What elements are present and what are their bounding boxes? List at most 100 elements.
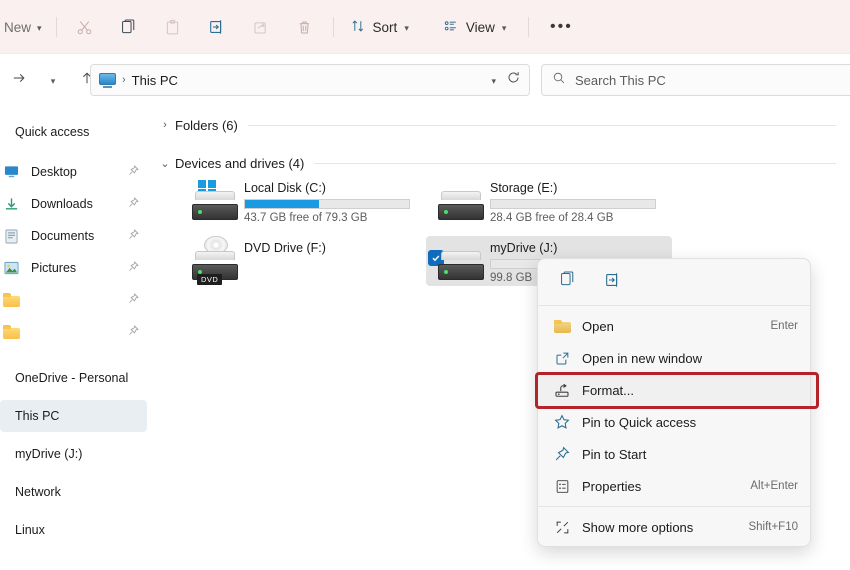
pictures-icon [2, 259, 20, 277]
address-dropdown-icon[interactable]: ▾ [491, 76, 496, 86]
share-icon [252, 19, 269, 36]
context-copy-button[interactable] [550, 266, 584, 298]
context-menu-item-open[interactable]: Open Enter [538, 310, 810, 342]
context-rename-button[interactable] [596, 266, 630, 298]
share-button[interactable] [239, 10, 283, 44]
sidebar-item-network[interactable]: Network [0, 476, 147, 508]
context-menu-item-shortcut: Shift+F10 [748, 521, 798, 533]
chevron-right-icon[interactable]: › [158, 119, 172, 131]
desktop-icon [2, 163, 20, 181]
pin-icon[interactable] [128, 323, 139, 341]
sidebar-item-folder-5[interactable] [0, 284, 147, 316]
search-input[interactable]: Search This PC [575, 73, 666, 88]
windows-drive-icon [192, 180, 238, 222]
view-button[interactable]: View ▾ [433, 10, 517, 44]
sidebar-item-label: Pictures [31, 261, 77, 275]
group-header-folders[interactable]: › Folders (6) [150, 112, 850, 138]
context-menu-item-show-more-options[interactable]: Show more options Shift+F10 [538, 511, 810, 543]
delete-button[interactable] [283, 10, 327, 44]
drive-icon [438, 180, 484, 222]
arrow-right-icon [11, 70, 27, 91]
context-menu-item-properties[interactable]: Properties Alt+Enter [538, 470, 810, 502]
new-button[interactable]: New ▾ [4, 11, 50, 43]
context-menu-toolbar [538, 259, 810, 305]
drive-icon [438, 240, 484, 282]
sidebar-item-label: Desktop [31, 165, 77, 179]
sidebar-item-folder-6[interactable] [0, 316, 147, 348]
context-menu-item-label: Properties [582, 478, 642, 494]
copy-icon [559, 271, 576, 293]
drive-tile[interactable]: Storage (E:) 28.4 GB free of 28.4 GB [426, 176, 672, 226]
copy-button[interactable] [107, 10, 151, 44]
group-rule [314, 162, 836, 164]
context-menu-item-pin-to-start[interactable]: Pin to Start [538, 438, 810, 470]
drive-capacity-text: 43.7 GB free of 79.3 GB [244, 212, 368, 224]
context-menu-item-format[interactable]: Format... [538, 374, 810, 406]
context-menu-item-pin-to-quick-access[interactable]: Pin to Quick access [538, 406, 810, 438]
refresh-icon[interactable] [506, 70, 521, 90]
file-explorer-window: New ▾ Sort ▾ View ▾ ••• ▾ › This PC ▾ Se… [0, 0, 850, 570]
chevron-down-icon: ▾ [50, 75, 56, 86]
sort-arrows-icon [350, 18, 366, 37]
rename-button[interactable] [195, 10, 239, 44]
drive-name: myDrive (J:) [490, 241, 558, 255]
pin-icon[interactable] [128, 291, 139, 309]
sidebar-item-onedrive-personal[interactable]: OneDrive - Personal [0, 362, 147, 394]
breadcrumb[interactable]: › This PC [99, 72, 178, 88]
forward-button[interactable] [2, 64, 36, 96]
drive-info: DVD Drive (F:) [244, 240, 422, 255]
drive-name: Storage (E:) [490, 181, 558, 195]
new-window-icon [552, 349, 572, 367]
sidebar-item-quick-access[interactable]: Quick access [0, 116, 147, 148]
view-button-label: View [465, 19, 495, 35]
context-menu: Open Enter Open in new window Format... Pin … [537, 258, 811, 547]
pin-icon[interactable] [128, 195, 139, 213]
more-options-button[interactable]: ••• [539, 10, 583, 44]
divider [538, 506, 810, 507]
folder-open-icon [552, 317, 572, 335]
folder-icon [2, 323, 20, 341]
divider [528, 17, 530, 37]
group-header-devices[interactable]: ⌄ Devices and drives (4) [150, 150, 850, 176]
dvd-drive-icon: DVD [192, 236, 238, 285]
chevron-down-icon: ▾ [501, 22, 507, 33]
sidebar-item-linux[interactable]: Linux [0, 514, 147, 546]
recent-locations-button[interactable]: ▾ [36, 64, 70, 96]
address-bar[interactable]: › This PC ▾ [90, 64, 530, 96]
breadcrumb-separator: › [122, 74, 126, 86]
sidebar-item-documents[interactable]: Documents [0, 220, 147, 252]
divider [332, 17, 334, 37]
pin-icon[interactable] [128, 227, 139, 245]
drive-info: Local Disk (C:) 43.7 GB free of 79.3 GB [244, 180, 422, 224]
chevron-down-icon[interactable]: ⌄ [158, 157, 172, 170]
paste-button[interactable] [151, 10, 195, 44]
drive-name: Local Disk (C:) [244, 181, 326, 195]
navigation-pane: Quick access Desktop Downloads Documents Pic… [0, 106, 150, 570]
sort-button-label: Sort [372, 19, 398, 35]
divider [55, 17, 57, 37]
dvd-badge: DVD [197, 274, 223, 285]
this-pc-icon [99, 72, 116, 88]
drive-capacity-text: 28.4 GB free of 28.4 GB [490, 212, 614, 224]
search-box[interactable]: Search This PC [541, 64, 850, 96]
drive-tile[interactable]: Local Disk (C:) 43.7 GB free of 79.3 GB [180, 176, 426, 226]
context-menu-item-shortcut: Enter [770, 320, 799, 332]
format-icon [552, 381, 572, 399]
sidebar-item-mydrive-j[interactable]: myDrive (J:) [0, 438, 147, 470]
sidebar-item-pictures[interactable]: Pictures [0, 252, 147, 284]
rename-icon [208, 18, 226, 36]
context-menu-item-open-in-new-window[interactable]: Open in new window [538, 342, 810, 374]
chevron-down-icon: ▾ [37, 22, 42, 33]
cut-button[interactable] [63, 10, 107, 44]
drive-tile[interactable]: DVD DVD Drive (F:) [180, 236, 426, 286]
sort-button[interactable]: Sort ▾ [340, 10, 419, 44]
star-icon [552, 413, 572, 431]
pin-icon[interactable] [128, 163, 139, 181]
pin-icon[interactable] [128, 259, 139, 277]
sidebar-item-this-pc[interactable]: This PC [0, 400, 147, 432]
breadcrumb-item-this-pc[interactable]: This PC [132, 73, 178, 88]
copy-icon [120, 19, 137, 36]
rename-icon [604, 271, 622, 294]
sidebar-item-desktop[interactable]: Desktop [0, 156, 147, 188]
sidebar-item-downloads[interactable]: Downloads [0, 188, 147, 220]
